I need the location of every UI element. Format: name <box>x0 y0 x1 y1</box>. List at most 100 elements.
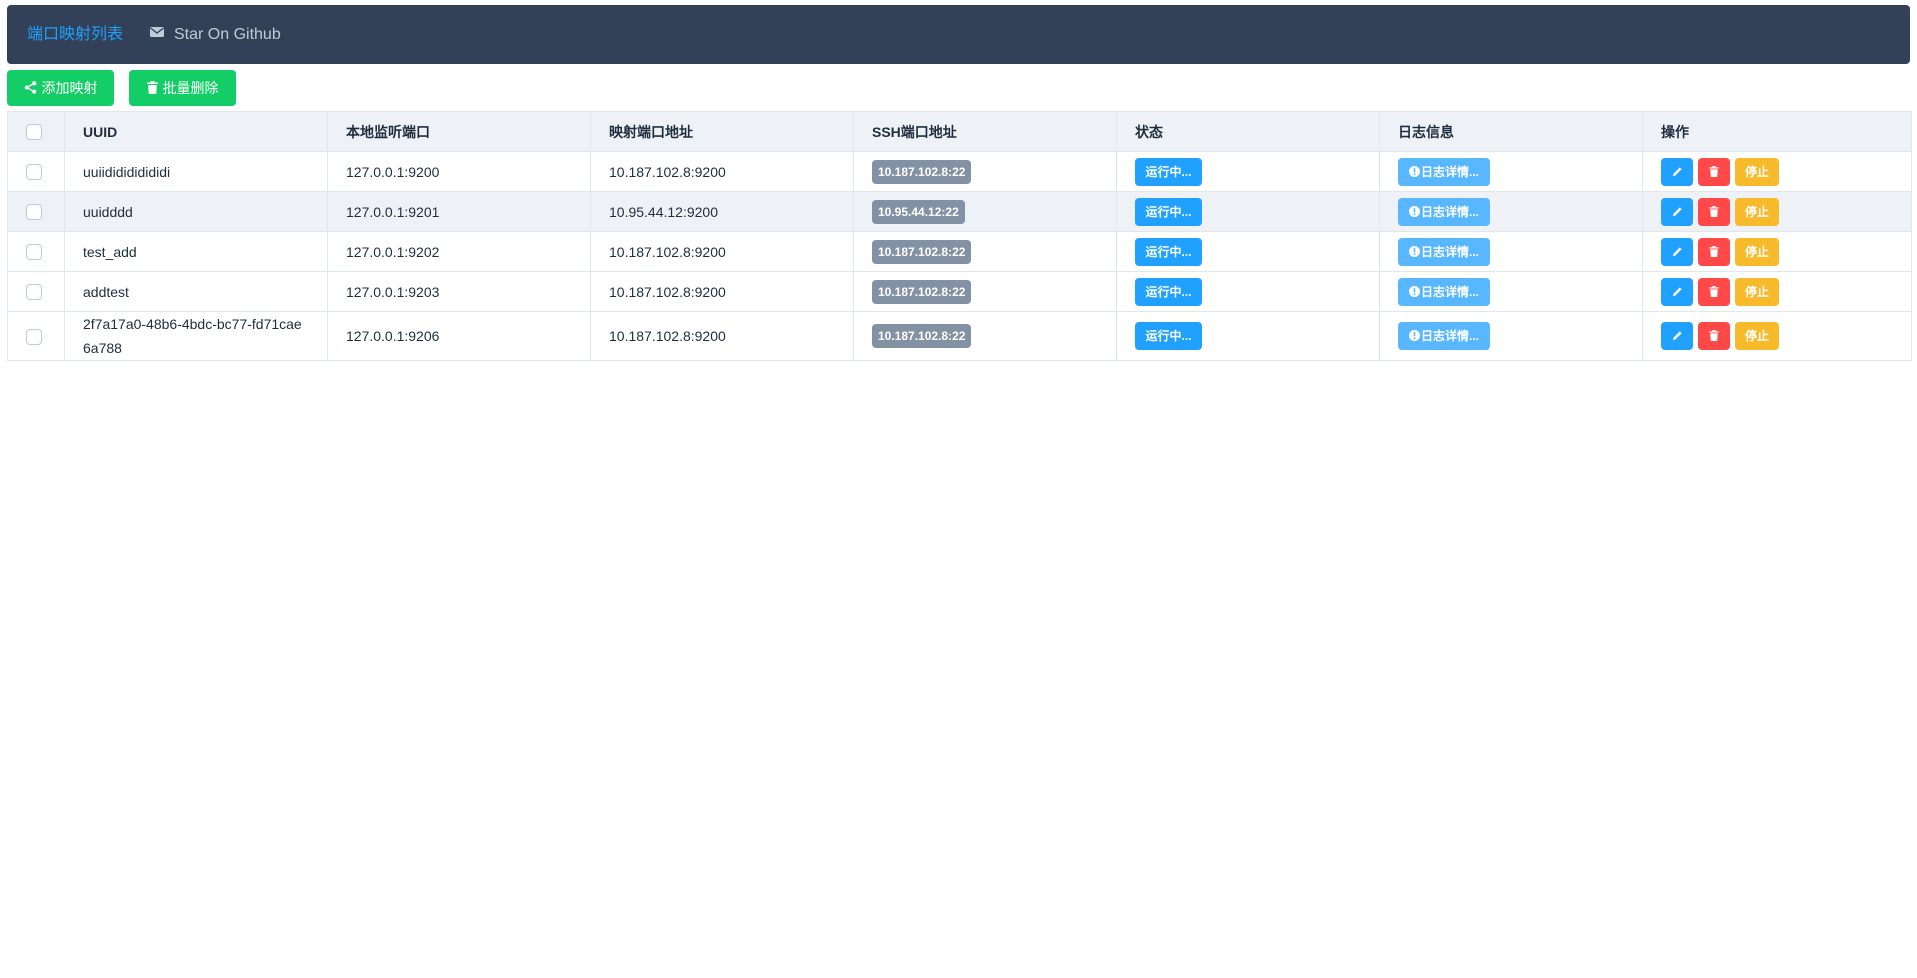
ssh-addr-cell: 10.95.44.12:22 <box>853 191 1117 232</box>
log-cell: 日志详情... <box>1379 191 1643 232</box>
mapped-addr-cell: 10.187.102.8:9200 <box>590 311 854 361</box>
col-header-mapped-addr: 映射端口地址 <box>590 111 854 152</box>
col-header-local-port: 本地监听端口 <box>327 111 591 152</box>
info-circle-icon <box>1408 165 1420 177</box>
status-cell: 运行中... <box>1116 271 1380 312</box>
edit-button[interactable] <box>1661 322 1693 350</box>
ssh-addr-cell: 10.187.102.8:22 <box>853 231 1117 272</box>
ssh-addr-cell: 10.187.102.8:22 <box>853 311 1117 361</box>
log-cell: 日志详情... <box>1379 231 1643 272</box>
log-detail-button[interactable]: 日志详情... <box>1398 237 1490 266</box>
delete-button[interactable] <box>1698 277 1730 306</box>
actions-cell: 停止 <box>1642 231 1912 272</box>
delete-button[interactable] <box>1698 157 1730 186</box>
col-header-actions: 操作 <box>1642 111 1912 152</box>
status-cell: 运行中... <box>1116 151 1380 192</box>
info-circle-icon <box>1408 205 1420 217</box>
stop-button[interactable]: 停止 <box>1735 277 1779 306</box>
port-mapping-table: UUID 本地监听端口 映射端口地址 SSH端口地址 状态 日志信息 操作 uu… <box>7 111 1912 361</box>
trash-icon <box>1709 330 1719 342</box>
uuid-cell: uuidddd <box>64 191 328 232</box>
stop-button[interactable]: 停止 <box>1735 322 1779 350</box>
log-detail-label: 日志详情... <box>1420 284 1479 299</box>
row-checkbox[interactable] <box>26 204 42 221</box>
ssh-addr-tag: 10.187.102.8:22 <box>872 239 972 264</box>
edit-button[interactable] <box>1661 157 1693 186</box>
share-icon <box>24 81 36 95</box>
log-detail-button[interactable]: 日志详情... <box>1398 277 1490 306</box>
log-cell: 日志详情... <box>1379 311 1643 361</box>
row-checkbox[interactable] <box>26 328 42 345</box>
trash-icon <box>1709 165 1719 177</box>
table-row: test_add 127.0.0.1:9202 10.187.102.8:920… <box>7 231 1912 272</box>
uuid-cell: addtest <box>64 271 328 312</box>
status-button[interactable]: 运行中... <box>1135 237 1202 266</box>
uuid-cell: test_add <box>64 231 328 272</box>
row-select-cell <box>7 271 65 312</box>
col-header-status: 状态 <box>1116 111 1380 152</box>
info-circle-icon <box>1408 245 1420 257</box>
pencil-icon <box>1672 207 1682 216</box>
batch-delete-label: 批量删除 <box>162 80 219 96</box>
delete-button[interactable] <box>1698 237 1730 266</box>
select-all-checkbox[interactable] <box>26 124 42 141</box>
local-port-cell: 127.0.0.1:9201 <box>327 191 591 232</box>
trash-icon <box>146 81 158 95</box>
ssh-addr-tag: 10.187.102.8:22 <box>872 324 972 348</box>
col-header-uuid: UUID <box>64 111 328 152</box>
delete-button[interactable] <box>1698 322 1730 350</box>
table-row: addtest 127.0.0.1:9203 10.187.102.8:9200… <box>7 271 1912 312</box>
pencil-icon <box>1672 167 1682 176</box>
local-port-cell: 127.0.0.1:9200 <box>327 151 591 192</box>
log-cell: 日志详情... <box>1379 271 1643 312</box>
row-select-cell <box>7 311 65 361</box>
local-port-cell: 127.0.0.1:9206 <box>327 311 591 361</box>
mapped-addr-cell: 10.95.44.12:9200 <box>590 191 854 232</box>
ssh-addr-cell: 10.187.102.8:22 <box>853 151 1117 192</box>
uuid-cell: 2f7a17a0-48b6-4bdc-bc77-fd71cae6a788 <box>64 311 328 361</box>
log-cell: 日志详情... <box>1379 151 1643 192</box>
stop-button[interactable]: 停止 <box>1735 157 1779 186</box>
table-header-row: UUID 本地监听端口 映射端口地址 SSH端口地址 状态 日志信息 操作 <box>7 111 1912 152</box>
log-detail-label: 日志详情... <box>1420 244 1479 259</box>
table-row: uuidddd 127.0.0.1:9201 10.95.44.12:9200 … <box>7 191 1912 232</box>
trash-icon <box>1709 205 1719 217</box>
row-checkbox[interactable] <box>26 164 42 181</box>
trash-icon <box>1709 245 1719 257</box>
pencil-icon <box>1672 287 1682 296</box>
col-header-ssh-addr: SSH端口地址 <box>853 111 1117 152</box>
nav-link-github[interactable]: Star On Github <box>150 5 281 64</box>
log-detail-button[interactable]: 日志详情... <box>1398 157 1490 186</box>
edit-button[interactable] <box>1661 237 1693 266</box>
add-mapping-button[interactable]: 添加映射 <box>7 70 114 106</box>
row-checkbox[interactable] <box>26 244 42 261</box>
nav-tab-port-mapping-list[interactable]: 端口映射列表 <box>27 5 123 64</box>
batch-delete-button[interactable]: 批量删除 <box>129 70 236 106</box>
stop-button[interactable]: 停止 <box>1735 237 1779 266</box>
status-button[interactable]: 运行中... <box>1135 277 1202 306</box>
row-checkbox[interactable] <box>26 284 42 301</box>
status-button[interactable]: 运行中... <box>1135 197 1202 226</box>
row-select-cell <box>7 231 65 272</box>
status-button[interactable]: 运行中... <box>1135 157 1202 186</box>
row-select-cell <box>7 191 65 232</box>
ssh-addr-tag: 10.187.102.8:22 <box>872 279 972 304</box>
ssh-addr-tag: 10.187.102.8:22 <box>872 159 972 184</box>
status-cell: 运行中... <box>1116 311 1380 361</box>
log-detail-label: 日志详情... <box>1420 204 1479 219</box>
table-row: uuiididididididi 127.0.0.1:9200 10.187.1… <box>7 151 1912 192</box>
mail-icon <box>150 4 164 63</box>
log-detail-button[interactable]: 日志详情... <box>1398 322 1490 350</box>
delete-button[interactable] <box>1698 197 1730 226</box>
top-navbar: 端口映射列表 Star On Github <box>7 5 1910 64</box>
edit-button[interactable] <box>1661 197 1693 226</box>
trash-icon <box>1709 285 1719 297</box>
ssh-addr-tag: 10.95.44.12:22 <box>872 199 965 224</box>
row-select-cell <box>7 151 65 192</box>
stop-button[interactable]: 停止 <box>1735 197 1779 226</box>
edit-button[interactable] <box>1661 277 1693 306</box>
log-detail-button[interactable]: 日志详情... <box>1398 197 1490 226</box>
log-detail-label: 日志详情... <box>1420 164 1479 179</box>
actions-cell: 停止 <box>1642 191 1912 232</box>
status-button[interactable]: 运行中... <box>1135 322 1202 350</box>
